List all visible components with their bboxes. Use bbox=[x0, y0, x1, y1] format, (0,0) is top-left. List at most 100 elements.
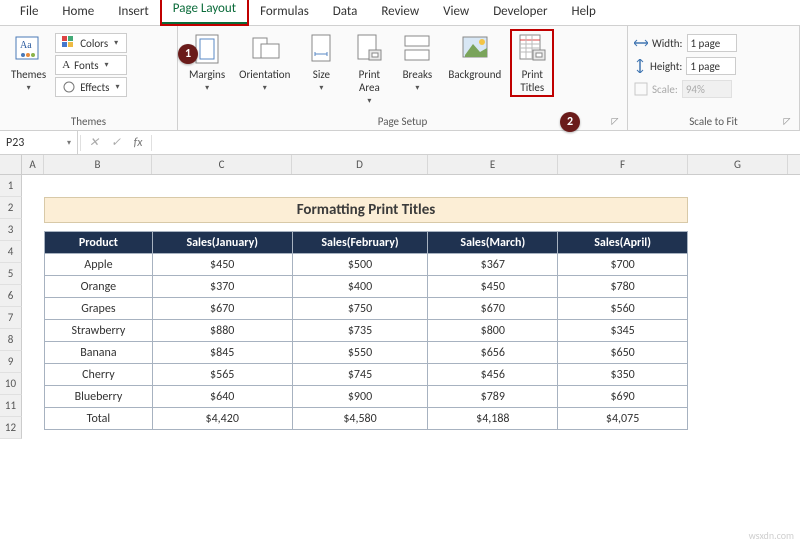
effects-button[interactable]: Effects ▾ bbox=[55, 77, 126, 97]
table-cell[interactable]: $700 bbox=[558, 254, 688, 276]
row-header-3[interactable]: 3 bbox=[0, 219, 22, 241]
table-cell[interactable]: $780 bbox=[558, 276, 688, 298]
table-cell[interactable]: $690 bbox=[558, 386, 688, 408]
column-header-A[interactable]: A bbox=[22, 155, 44, 174]
fx-button[interactable]: fx bbox=[127, 136, 149, 150]
row-header-9[interactable]: 9 bbox=[0, 351, 22, 373]
table-cell[interactable]: $565 bbox=[152, 364, 292, 386]
row-header-1[interactable]: 1 bbox=[0, 175, 22, 197]
table-cell[interactable]: Banana bbox=[45, 342, 153, 364]
tab-developer[interactable]: Developer bbox=[481, 0, 559, 25]
table-cell[interactable]: $670 bbox=[152, 298, 292, 320]
table-cell[interactable]: $4,580 bbox=[292, 408, 428, 430]
background-button[interactable]: Background bbox=[443, 29, 506, 84]
print-titles-button[interactable]: Print Titles bbox=[510, 29, 554, 97]
tab-insert[interactable]: Insert bbox=[106, 0, 161, 25]
tab-view[interactable]: View bbox=[431, 0, 481, 25]
breaks-button[interactable]: Breaks ▾ bbox=[395, 29, 439, 96]
table-cell[interactable]: Blueberry bbox=[45, 386, 153, 408]
page-setup-launcher[interactable]: ◸ bbox=[609, 116, 621, 128]
column-header-G[interactable]: G bbox=[688, 155, 788, 174]
table-row: Blueberry$640$900$789$690 bbox=[45, 386, 688, 408]
table-cell[interactable]: $4,075 bbox=[558, 408, 688, 430]
print-area-button[interactable]: Print Area ▾ bbox=[347, 29, 391, 109]
row-header-8[interactable]: 8 bbox=[0, 329, 22, 351]
table-cell[interactable]: Strawberry bbox=[45, 320, 153, 342]
column-header-B[interactable]: B bbox=[44, 155, 152, 174]
table-cell[interactable]: $350 bbox=[558, 364, 688, 386]
table-cell[interactable]: $456 bbox=[428, 364, 558, 386]
table-cell[interactable]: $450 bbox=[428, 276, 558, 298]
table-cell[interactable]: $670 bbox=[428, 298, 558, 320]
row-header-12[interactable]: 12 bbox=[0, 417, 22, 439]
row-header-10[interactable]: 10 bbox=[0, 373, 22, 395]
table-cell[interactable]: $4,420 bbox=[152, 408, 292, 430]
row-header-2[interactable]: 2 bbox=[0, 197, 22, 219]
themes-button[interactable]: Aa Themes ▾ bbox=[6, 29, 51, 96]
width-value[interactable]: 1 page bbox=[687, 34, 737, 52]
table-cell[interactable]: $800 bbox=[428, 320, 558, 342]
step-badge-2: 2 bbox=[560, 112, 580, 132]
column-header-F[interactable]: F bbox=[558, 155, 688, 174]
select-all-triangle[interactable] bbox=[0, 155, 22, 174]
table-cell[interactable]: $750 bbox=[292, 298, 428, 320]
orientation-button[interactable]: Orientation ▾ bbox=[234, 29, 295, 96]
chevron-down-icon: ▾ bbox=[114, 38, 118, 48]
column-header-D[interactable]: D bbox=[292, 155, 428, 174]
row-header-11[interactable]: 11 bbox=[0, 395, 22, 417]
tab-formulas[interactable]: Formulas bbox=[248, 0, 321, 25]
chevron-down-icon: ▾ bbox=[263, 83, 267, 93]
colors-label: Colors bbox=[80, 37, 108, 50]
table-cell[interactable]: $735 bbox=[292, 320, 428, 342]
tab-data[interactable]: Data bbox=[321, 0, 370, 25]
row-header-5[interactable]: 5 bbox=[0, 263, 22, 285]
table-cell[interactable]: $745 bbox=[292, 364, 428, 386]
effects-icon bbox=[62, 80, 76, 94]
scale-value: 94% bbox=[682, 80, 732, 98]
table-cell[interactable]: $900 bbox=[292, 386, 428, 408]
scale-launcher[interactable]: ◸ bbox=[781, 116, 793, 128]
table-cell[interactable]: $400 bbox=[292, 276, 428, 298]
table-cell[interactable]: $450 bbox=[152, 254, 292, 276]
colors-button[interactable]: Colors ▾ bbox=[55, 33, 126, 53]
column-header-E[interactable]: E bbox=[428, 155, 558, 174]
effects-label: Effects bbox=[80, 81, 109, 94]
table-cell[interactable]: $370 bbox=[152, 276, 292, 298]
table-cell[interactable]: Orange bbox=[45, 276, 153, 298]
table-cell[interactable]: Apple bbox=[45, 254, 153, 276]
table-cell[interactable]: $640 bbox=[152, 386, 292, 408]
tab-page-layout[interactable]: Page Layout bbox=[161, 0, 248, 25]
height-label: Height: bbox=[650, 60, 682, 73]
table-cell[interactable]: $845 bbox=[152, 342, 292, 364]
table-cell[interactable]: Total bbox=[45, 408, 153, 430]
row-header-6[interactable]: 6 bbox=[0, 285, 22, 307]
table-cell[interactable]: $367 bbox=[428, 254, 558, 276]
table-cell[interactable]: Grapes bbox=[45, 298, 153, 320]
table-cell[interactable]: $880 bbox=[152, 320, 292, 342]
size-button[interactable]: Size ▾ bbox=[299, 29, 343, 96]
table-cell[interactable]: Cherry bbox=[45, 364, 153, 386]
themes-icon: Aa bbox=[14, 32, 44, 66]
tab-home[interactable]: Home bbox=[50, 0, 106, 25]
worksheet-grid[interactable]: 123456789101112 Formatting Print Titles … bbox=[0, 175, 800, 475]
table-cell[interactable]: $500 bbox=[292, 254, 428, 276]
table-row: Total$4,420$4,580$4,188$4,075 bbox=[45, 408, 688, 430]
tab-review[interactable]: Review bbox=[369, 0, 431, 25]
row-header-4[interactable]: 4 bbox=[0, 241, 22, 263]
row-header-7[interactable]: 7 bbox=[0, 307, 22, 329]
table-cell[interactable]: $656 bbox=[428, 342, 558, 364]
scale-label: Scale: bbox=[652, 83, 678, 96]
height-value[interactable]: 1 page bbox=[686, 57, 736, 75]
table-cell[interactable]: $550 bbox=[292, 342, 428, 364]
table-cell[interactable]: $345 bbox=[558, 320, 688, 342]
fonts-button[interactable]: A Fonts ▾ bbox=[55, 55, 126, 75]
table-cell[interactable]: $4,188 bbox=[428, 408, 558, 430]
name-box[interactable]: P23 ▾ bbox=[0, 131, 78, 154]
table-cell[interactable]: $650 bbox=[558, 342, 688, 364]
table-cell[interactable]: $789 bbox=[428, 386, 558, 408]
table-row: Strawberry$880$735$800$345 bbox=[45, 320, 688, 342]
tab-file[interactable]: File bbox=[8, 0, 50, 25]
column-header-C[interactable]: C bbox=[152, 155, 292, 174]
table-cell[interactable]: $560 bbox=[558, 298, 688, 320]
tab-help[interactable]: Help bbox=[559, 0, 607, 25]
